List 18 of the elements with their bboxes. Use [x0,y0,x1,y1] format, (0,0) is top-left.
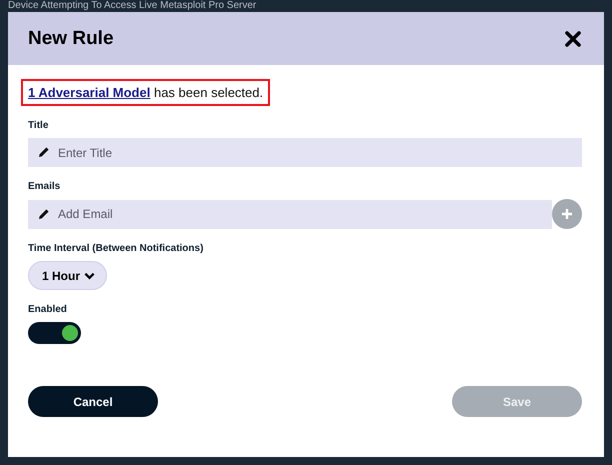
email-field[interactable]: Add Email [28,200,552,228]
cancel-button[interactable]: Cancel [28,386,158,417]
enabled-toggle[interactable] [28,322,81,344]
field-label: Emails [28,181,60,192]
plus-icon [561,208,573,220]
selection-message: 1 Adversarial Model has been selected. [21,79,270,106]
field-label: Title [28,120,48,131]
background-heading: Device Attempting To Access Live Metasploit Pro Server [8,0,256,12]
interval-dropdown[interactable]: 1 Hour [28,261,108,290]
field-label: Time Interval (Between Notifications) [28,243,204,254]
title-field[interactable]: Enter Title [28,138,582,167]
field-label: Enabled [28,304,67,315]
pencil-icon [38,208,50,220]
model-link[interactable]: 1 Adversarial Model [28,85,150,100]
pencil-icon [38,146,50,158]
modal-title: New Rule [28,28,114,50]
close-icon[interactable] [565,30,581,46]
chevron-down-icon [84,272,96,280]
